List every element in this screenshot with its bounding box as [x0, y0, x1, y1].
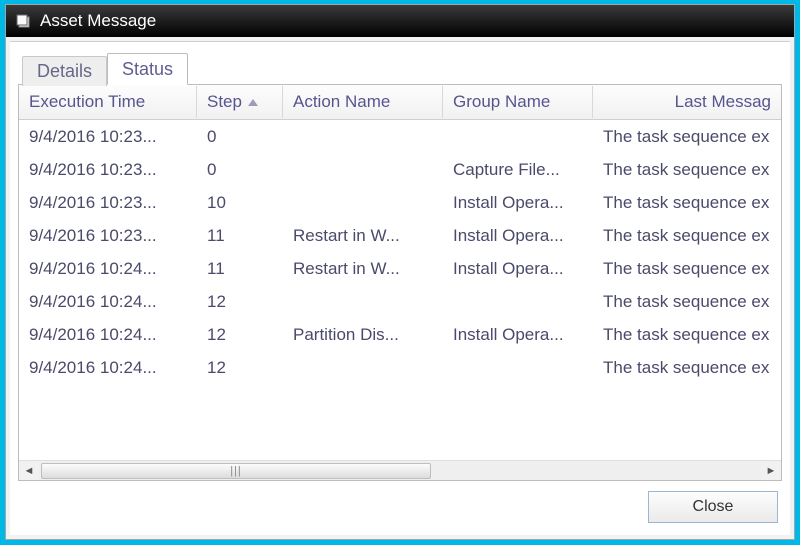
cell-group-name: [443, 133, 593, 141]
table-row[interactable]: 9/4/2016 10:23...0 The task sequence ex: [19, 120, 781, 153]
cell-action-name: Partition Dis...: [283, 321, 443, 349]
cell-step: 0: [197, 123, 283, 151]
col-header-action-name[interactable]: Action Name: [283, 86, 443, 118]
col-header-step-label: Step: [207, 92, 242, 112]
cell-last-message: The task sequence ex: [593, 354, 781, 382]
table-row[interactable]: 9/4/2016 10:24...12Partition Dis...Insta…: [19, 318, 781, 351]
cell-step: 10: [197, 189, 283, 217]
cell-last-message: The task sequence ex: [593, 255, 781, 283]
grid-body: 9/4/2016 10:23...0The task sequence ex9/…: [19, 120, 781, 460]
cell-action-name: [283, 166, 443, 174]
table-row[interactable]: 9/4/2016 10:23...10 Install Opera...The t…: [19, 186, 781, 219]
cell-action-name: [283, 298, 443, 306]
cell-step: 12: [197, 354, 283, 382]
cell-group-name: Capture File...: [443, 156, 593, 184]
cell-action-name: Restart in W...: [283, 222, 443, 250]
app-icon: [14, 12, 32, 30]
cell-execution-time: 9/4/2016 10:24...: [19, 321, 197, 349]
cell-action-name: [283, 133, 443, 141]
cell-execution-time: 9/4/2016 10:23...: [19, 222, 197, 250]
tab-status[interactable]: Status: [107, 53, 188, 85]
cell-execution-time: 9/4/2016 10:24...: [19, 288, 197, 316]
cell-execution-time: 9/4/2016 10:24...: [19, 354, 197, 382]
cell-group-name: Install Opera...: [443, 222, 593, 250]
col-header-execution-time[interactable]: Execution Time: [19, 86, 197, 118]
dialog-window: Asset Message Details Status Execution T…: [5, 4, 795, 540]
tabstrip: Details Status: [22, 52, 782, 84]
grid-header: Execution Time Step Action Name Group Na…: [19, 85, 781, 120]
button-bar: Close: [18, 481, 782, 527]
cell-last-message: The task sequence ex: [593, 123, 781, 151]
table-row[interactable]: 9/4/2016 10:24...12 The task sequence ex: [19, 351, 781, 384]
scroll-track[interactable]: |||: [39, 462, 761, 480]
cell-group-name: [443, 364, 593, 372]
sort-ascending-icon: [248, 99, 258, 106]
cell-group-name: Install Opera...: [443, 189, 593, 217]
status-grid: Execution Time Step Action Name Group Na…: [18, 84, 782, 481]
scroll-right-button[interactable]: ►: [761, 462, 781, 480]
cell-action-name: [283, 199, 443, 207]
cell-step: 12: [197, 288, 283, 316]
cell-step: 11: [197, 222, 283, 250]
cell-action-name: Restart in W...: [283, 255, 443, 283]
cell-step: 12: [197, 321, 283, 349]
cell-group-name: Install Opera...: [443, 255, 593, 283]
cell-execution-time: 9/4/2016 10:23...: [19, 123, 197, 151]
close-button[interactable]: Close: [648, 491, 778, 523]
cell-execution-time: 9/4/2016 10:24...: [19, 255, 197, 283]
scroll-left-button[interactable]: ◄: [19, 462, 39, 480]
horizontal-scrollbar[interactable]: ◄ ||| ►: [19, 460, 781, 480]
cell-last-message: The task sequence ex: [593, 222, 781, 250]
cell-last-message: The task sequence ex: [593, 156, 781, 184]
cell-last-message: The task sequence ex: [593, 288, 781, 316]
cell-execution-time: 9/4/2016 10:23...: [19, 156, 197, 184]
cell-action-name: [283, 364, 443, 372]
cell-step: 11: [197, 255, 283, 283]
table-row[interactable]: 9/4/2016 10:24...12 The task sequence ex: [19, 285, 781, 318]
col-header-last-message[interactable]: Last Messag: [593, 86, 781, 118]
table-row[interactable]: 9/4/2016 10:23...0 Capture File...The tas…: [19, 153, 781, 186]
cell-group-name: [443, 298, 593, 306]
scroll-thumb[interactable]: |||: [41, 463, 431, 479]
col-header-group-name[interactable]: Group Name: [443, 86, 593, 118]
cell-last-message: The task sequence ex: [593, 189, 781, 217]
dialog-body: Details Status Execution Time Step Actio…: [10, 41, 790, 535]
cell-last-message: The task sequence ex: [593, 321, 781, 349]
col-header-step[interactable]: Step: [197, 86, 283, 118]
table-row[interactable]: 9/4/2016 10:23...11Restart in W...Instal…: [19, 219, 781, 252]
cell-step: 0: [197, 156, 283, 184]
window-title: Asset Message: [40, 11, 156, 31]
table-row[interactable]: 9/4/2016 10:24...11Restart in W...Instal…: [19, 252, 781, 285]
cell-group-name: Install Opera...: [443, 321, 593, 349]
cell-execution-time: 9/4/2016 10:23...: [19, 189, 197, 217]
titlebar[interactable]: Asset Message: [6, 5, 794, 37]
tab-details[interactable]: Details: [22, 56, 107, 86]
